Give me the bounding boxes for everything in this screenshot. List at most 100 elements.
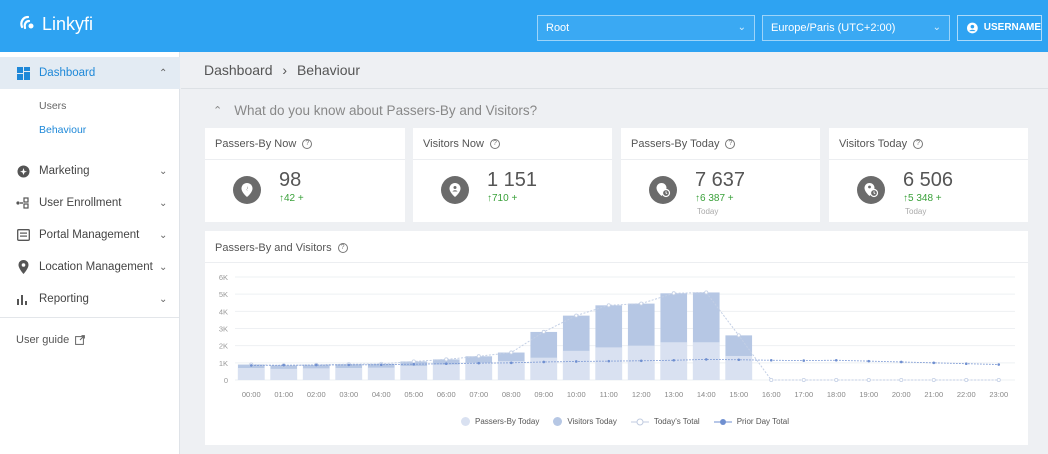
x-tick-label: 01:00 xyxy=(274,390,293,399)
legend-item[interactable]: Today's Total xyxy=(630,417,700,426)
legend-line-swatch xyxy=(713,418,732,425)
point-todays-total xyxy=(801,377,806,382)
legend-item[interactable]: Prior Day Total xyxy=(713,417,789,426)
point-todays-total xyxy=(411,359,416,364)
legend-swatch xyxy=(461,417,470,426)
card-divider xyxy=(621,159,820,160)
card-title: Visitors Today? xyxy=(839,138,924,150)
bar-visitors xyxy=(627,345,655,380)
sidebar-item-label: Marketing xyxy=(39,165,90,177)
sidebar-item-portal-management[interactable]: Portal Management ⌄ xyxy=(0,219,180,251)
x-tick-label: 21:00 xyxy=(924,390,943,399)
card-title: Passers-By Today? xyxy=(631,138,736,150)
help-icon[interactable]: ? xyxy=(302,139,313,149)
sidebar-item-reporting[interactable]: Reporting ⌄ xyxy=(0,283,180,315)
organization-select[interactable]: Root ⌄ xyxy=(537,15,755,41)
help-icon[interactable]: ? xyxy=(725,139,736,149)
stat-card-visitors-now: Visitors Now? 1 151 ↑710 + xyxy=(413,128,612,222)
stat-delta: ↑6 387 + xyxy=(695,193,734,204)
x-tick-label: 15:00 xyxy=(729,390,748,399)
chevron-down-icon: ⌄ xyxy=(932,22,941,33)
x-tick-label: 12:00 xyxy=(632,390,651,399)
point-todays-total xyxy=(444,357,449,362)
user-menu-button[interactable]: USERNAME xyxy=(957,15,1042,41)
y-tick-label: 4K xyxy=(219,307,228,316)
stat-delta: ↑42 + xyxy=(279,193,304,204)
bar-visitors xyxy=(562,350,590,380)
bar-visitors xyxy=(302,368,330,380)
sidebar-item-user-enrollment[interactable]: User Enrollment ⌄ xyxy=(0,187,180,219)
point-todays-total xyxy=(704,290,709,295)
card-title: Passers-By Now? xyxy=(215,138,313,150)
chevron-down-icon: ⌄ xyxy=(159,229,168,241)
marketing-icon xyxy=(16,164,30,178)
point-prior-day-total xyxy=(574,360,578,363)
x-tick-label: 03:00 xyxy=(339,390,358,399)
x-tick-label: 06:00 xyxy=(437,390,456,399)
x-tick-label: 00:00 xyxy=(242,390,261,399)
stat-value: 98 xyxy=(279,169,302,191)
x-tick-label: 16:00 xyxy=(762,390,781,399)
point-todays-total xyxy=(931,377,936,382)
visitor-pin-icon xyxy=(441,176,469,204)
section-title: What do you know about Passers-By and Vi… xyxy=(234,103,538,118)
point-todays-total xyxy=(736,333,741,338)
chevron-up-icon: ⌃ xyxy=(159,67,168,79)
point-todays-total xyxy=(541,329,546,334)
sidebar-item-marketing[interactable]: Marketing ⌄ xyxy=(0,155,180,187)
point-todays-total xyxy=(964,377,969,382)
stat-card-visitors-today: Visitors Today? 6 506 ↑5 348 + Today xyxy=(829,128,1028,222)
card-divider xyxy=(205,159,405,160)
sidebar-item-label: Location Management xyxy=(39,261,153,273)
y-tick-label: 2K xyxy=(219,342,228,351)
x-tick-label: 08:00 xyxy=(502,390,521,399)
point-prior-day-total xyxy=(639,359,643,363)
point-prior-day-total xyxy=(607,359,611,363)
location-pin-icon xyxy=(16,260,30,274)
timezone-select-value: Europe/Paris (UTC+2:00) xyxy=(771,22,896,34)
chevron-down-icon: ⌄ xyxy=(159,293,168,305)
card-divider xyxy=(413,159,612,160)
bar-visitors xyxy=(432,364,460,380)
stat-sub: Today xyxy=(905,207,927,216)
point-todays-total xyxy=(606,303,611,308)
point-todays-total xyxy=(866,377,871,382)
x-tick-label: 18:00 xyxy=(827,390,846,399)
sidebar-item-label: Reporting xyxy=(39,293,89,305)
section-header[interactable]: ⌃ What do you know about Passers-By and … xyxy=(213,103,537,118)
sidebar-item-dashboard[interactable]: Dashboard ⌃ xyxy=(0,57,180,89)
external-link-icon xyxy=(75,335,86,345)
legend-item[interactable]: Visitors Today xyxy=(553,417,617,426)
chevron-down-icon: ⌄ xyxy=(737,22,746,33)
point-todays-total xyxy=(899,377,904,382)
x-tick-label: 17:00 xyxy=(794,390,813,399)
point-prior-day-total xyxy=(834,358,838,362)
stat-card-passers-by-now: Passers-By Now? 98 ↑42 + xyxy=(205,128,405,222)
organization-select-value: Root xyxy=(546,22,570,34)
x-tick-label: 13:00 xyxy=(664,390,683,399)
help-icon[interactable]: ? xyxy=(913,139,924,149)
timezone-select[interactable]: Europe/Paris (UTC+2:00) ⌄ xyxy=(762,15,950,41)
point-prior-day-total xyxy=(867,359,871,363)
help-icon[interactable]: ? xyxy=(489,139,500,149)
sidebar-subitem-users[interactable]: Users xyxy=(39,100,66,112)
point-prior-day-total xyxy=(932,361,936,365)
sidebar-item-location-management[interactable]: Location Management ⌄ xyxy=(0,251,180,283)
chevron-down-icon: ⌄ xyxy=(159,261,168,273)
legend-item[interactable]: Passers-By Today xyxy=(461,417,539,426)
y-tick-label: 5K xyxy=(219,290,228,299)
point-prior-day-total xyxy=(997,363,1001,366)
point-todays-total xyxy=(769,377,774,382)
sidebar: Dashboard ⌃ Users Behaviour Marketing ⌄ … xyxy=(0,52,180,454)
reporting-bars-icon xyxy=(16,292,30,306)
user-guide-link[interactable]: User guide xyxy=(16,334,86,346)
app-name: Linkyfi xyxy=(42,13,94,34)
sidebar-subitem-behaviour[interactable]: Behaviour xyxy=(39,124,86,136)
app-logo[interactable]: Linkyfi xyxy=(18,13,93,35)
point-prior-day-total xyxy=(249,364,253,367)
x-tick-label: 10:00 xyxy=(567,390,586,399)
x-tick-label: 09:00 xyxy=(534,390,553,399)
point-prior-day-total xyxy=(704,358,708,361)
breadcrumb-root[interactable]: Dashboard xyxy=(204,62,273,78)
bar-visitors xyxy=(595,347,623,380)
